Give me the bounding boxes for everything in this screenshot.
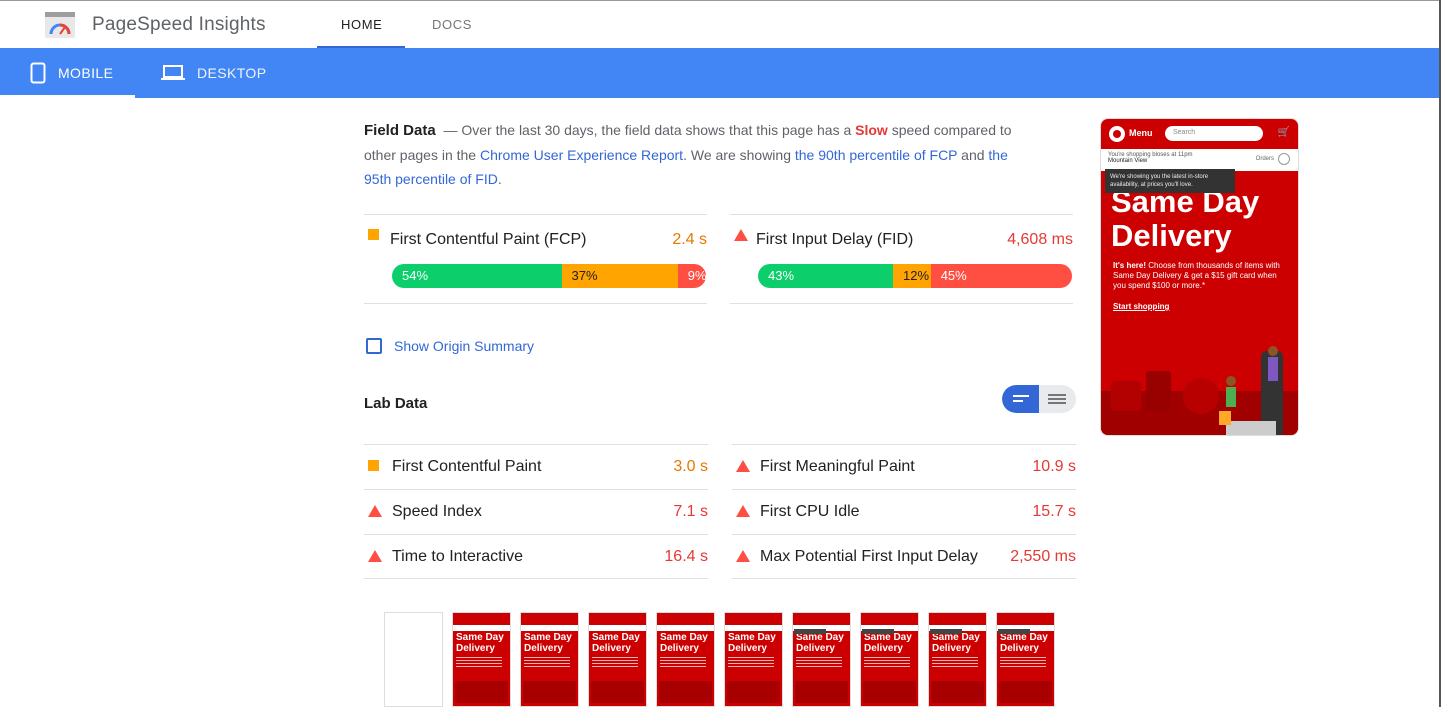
tab-mobile-label: MOBILE [58, 65, 114, 81]
top-app-bar: PageSpeed Insights HOME DOCS [0, 0, 1439, 49]
slow-triangle-icon [734, 229, 748, 241]
target-logo-icon [1109, 126, 1125, 142]
filmstrip-frame-blank [384, 612, 443, 707]
average-square-icon [368, 460, 379, 471]
avatar-icon [1278, 153, 1290, 165]
tab-desktop-label: DESKTOP [197, 65, 267, 81]
lab-metric-name: Time to Interactive [392, 548, 524, 565]
filmstrip-frame: Same Day Delivery [860, 612, 919, 707]
slow-triangle-icon [736, 460, 750, 472]
filmstrip-frame: Same Day Delivery [520, 612, 579, 707]
lab-metric-value: 3.0 s [673, 458, 708, 475]
preview-cta: Start shopping [1113, 302, 1170, 311]
metric-name: First Input Delay (FID) [756, 231, 914, 248]
show-origin-summary-label: Show Origin Summary [394, 338, 535, 354]
summary-view-button[interactable] [1002, 385, 1039, 413]
lab-metric-value: 10.9 s [1032, 458, 1076, 475]
lab-metric-row: Speed Index 7.1 s [364, 489, 708, 534]
lab-metric-value: 15.7 s [1032, 503, 1076, 520]
detailed-list-icon[interactable] [1039, 385, 1076, 413]
phone-icon [30, 62, 46, 84]
distribution-bar: 54% 37% 9% [392, 264, 706, 288]
checkbox-icon [366, 338, 382, 354]
tab-mobile[interactable]: MOBILE [30, 48, 113, 98]
preview-tooltip: We're showing you the latest in-store av… [1105, 169, 1235, 193]
lab-metric-row: First Meaningful Paint 10.9 s [732, 444, 1076, 489]
preview-search: Search [1165, 126, 1263, 141]
metric-value: 4,608 ms [1007, 231, 1073, 248]
lab-metric-row: Max Potential First Input Delay 2,550 ms [732, 534, 1076, 579]
lab-metrics-left: First Contentful Paint 3.0 s Speed Index… [364, 444, 708, 579]
page-screenshot-preview: Menu Search 🛒 You're shopping bloses at … [1100, 118, 1299, 436]
filmstrip-frame: Same Day Delivery [452, 612, 511, 707]
preview-header: Menu Search 🛒 [1101, 119, 1298, 149]
tab-home[interactable]: HOME [341, 17, 382, 32]
lab-metrics-right: First Meaningful Paint 10.9 s First CPU … [732, 444, 1076, 579]
average-square-icon [368, 229, 379, 240]
filmstrip-frame: Same Day Delivery [724, 612, 783, 707]
preview-headline: Same Day Delivery [1111, 184, 1260, 253]
filmstrip-frame: Same Day Delivery [588, 612, 647, 707]
slow-segment: 45% [930, 264, 1072, 288]
lab-metric-value: 16.4 s [664, 548, 708, 565]
lab-metric-name: First Meaningful Paint [760, 458, 915, 475]
metric-name: First Contentful Paint (FCP) [390, 231, 587, 248]
slow-triangle-icon [736, 505, 750, 517]
filmstrip-frame: Same Day Delivery [656, 612, 715, 707]
filmstrip: Same Day Delivery Same Day Delivery Same… [384, 612, 1055, 707]
crux-report-link[interactable]: Chrome User Experience Report [480, 147, 683, 163]
lab-metric-name: Speed Index [392, 503, 482, 520]
tab-desktop[interactable]: DESKTOP [161, 48, 266, 98]
slow-segment: 9% [677, 264, 706, 288]
lab-metric-row: First CPU Idle 15.7 s [732, 489, 1076, 534]
fast-segment: 54% [392, 264, 562, 288]
lab-metric-value: 7.1 s [673, 503, 708, 520]
summary-lines-icon [1013, 395, 1029, 402]
slow-triangle-icon [368, 505, 382, 517]
speed-label: Slow [855, 122, 888, 138]
show-origin-summary-checkbox[interactable]: Show Origin Summary [366, 338, 534, 354]
lab-metric-name: First CPU Idle [760, 503, 860, 520]
filmstrip-frame: Same Day Delivery [996, 612, 1055, 707]
filmstrip-frame: Same Day Delivery [792, 612, 851, 707]
average-segment: 12% [893, 264, 931, 288]
preview-copy: It's here! Choose from thousands of item… [1113, 261, 1280, 290]
field-metric-fcp: First Contentful Paint (FCP) 2.4 s 54% 3… [364, 214, 707, 304]
lab-metric-value: 2,550 ms [1010, 548, 1076, 565]
laptop-icon [161, 65, 185, 80]
average-segment: 37% [561, 264, 678, 288]
slow-triangle-icon [736, 550, 750, 562]
slow-triangle-icon [368, 550, 382, 562]
pagespeed-logo-icon [45, 12, 75, 38]
lab-metric-name: First Contentful Paint [392, 458, 542, 475]
field-data-summary: Field Data — Over the last 30 days, the … [364, 122, 1012, 187]
tab-docs[interactable]: DOCS [432, 17, 472, 32]
lab-metric-row: First Contentful Paint 3.0 s [364, 444, 708, 489]
app-title: PageSpeed Insights [92, 14, 266, 35]
preview-menu: Menu [1129, 128, 1153, 138]
lab-metric-name: Max Potential First Input Delay [760, 548, 978, 565]
lab-metric-row: Time to Interactive 16.4 s [364, 534, 708, 579]
view-toggle[interactable] [1002, 385, 1076, 413]
cart-icon: 🛒 [1277, 127, 1290, 138]
fast-segment: 43% [758, 264, 894, 288]
filmstrip-frame: Same Day Delivery [928, 612, 987, 707]
lab-data-heading: Lab Data [364, 395, 428, 412]
preview-illustration [1101, 346, 1298, 435]
metric-value: 2.4 s [672, 231, 707, 248]
preview-store-bar: You're shopping bloses at 11pm Mountain … [1101, 149, 1298, 171]
preview-hero: Same Day Delivery We're showing you the … [1101, 169, 1298, 435]
device-tab-bar: MOBILE DESKTOP [0, 48, 1439, 98]
tab-mobile-indicator [0, 95, 135, 98]
fcp-percentile-link[interactable]: the 90th percentile of FCP [795, 147, 957, 163]
distribution-bar: 43% 12% 45% [758, 264, 1072, 288]
field-metric-fid: First Input Delay (FID) 4,608 ms 43% 12%… [730, 214, 1073, 304]
field-data-heading: Field Data [364, 122, 436, 139]
